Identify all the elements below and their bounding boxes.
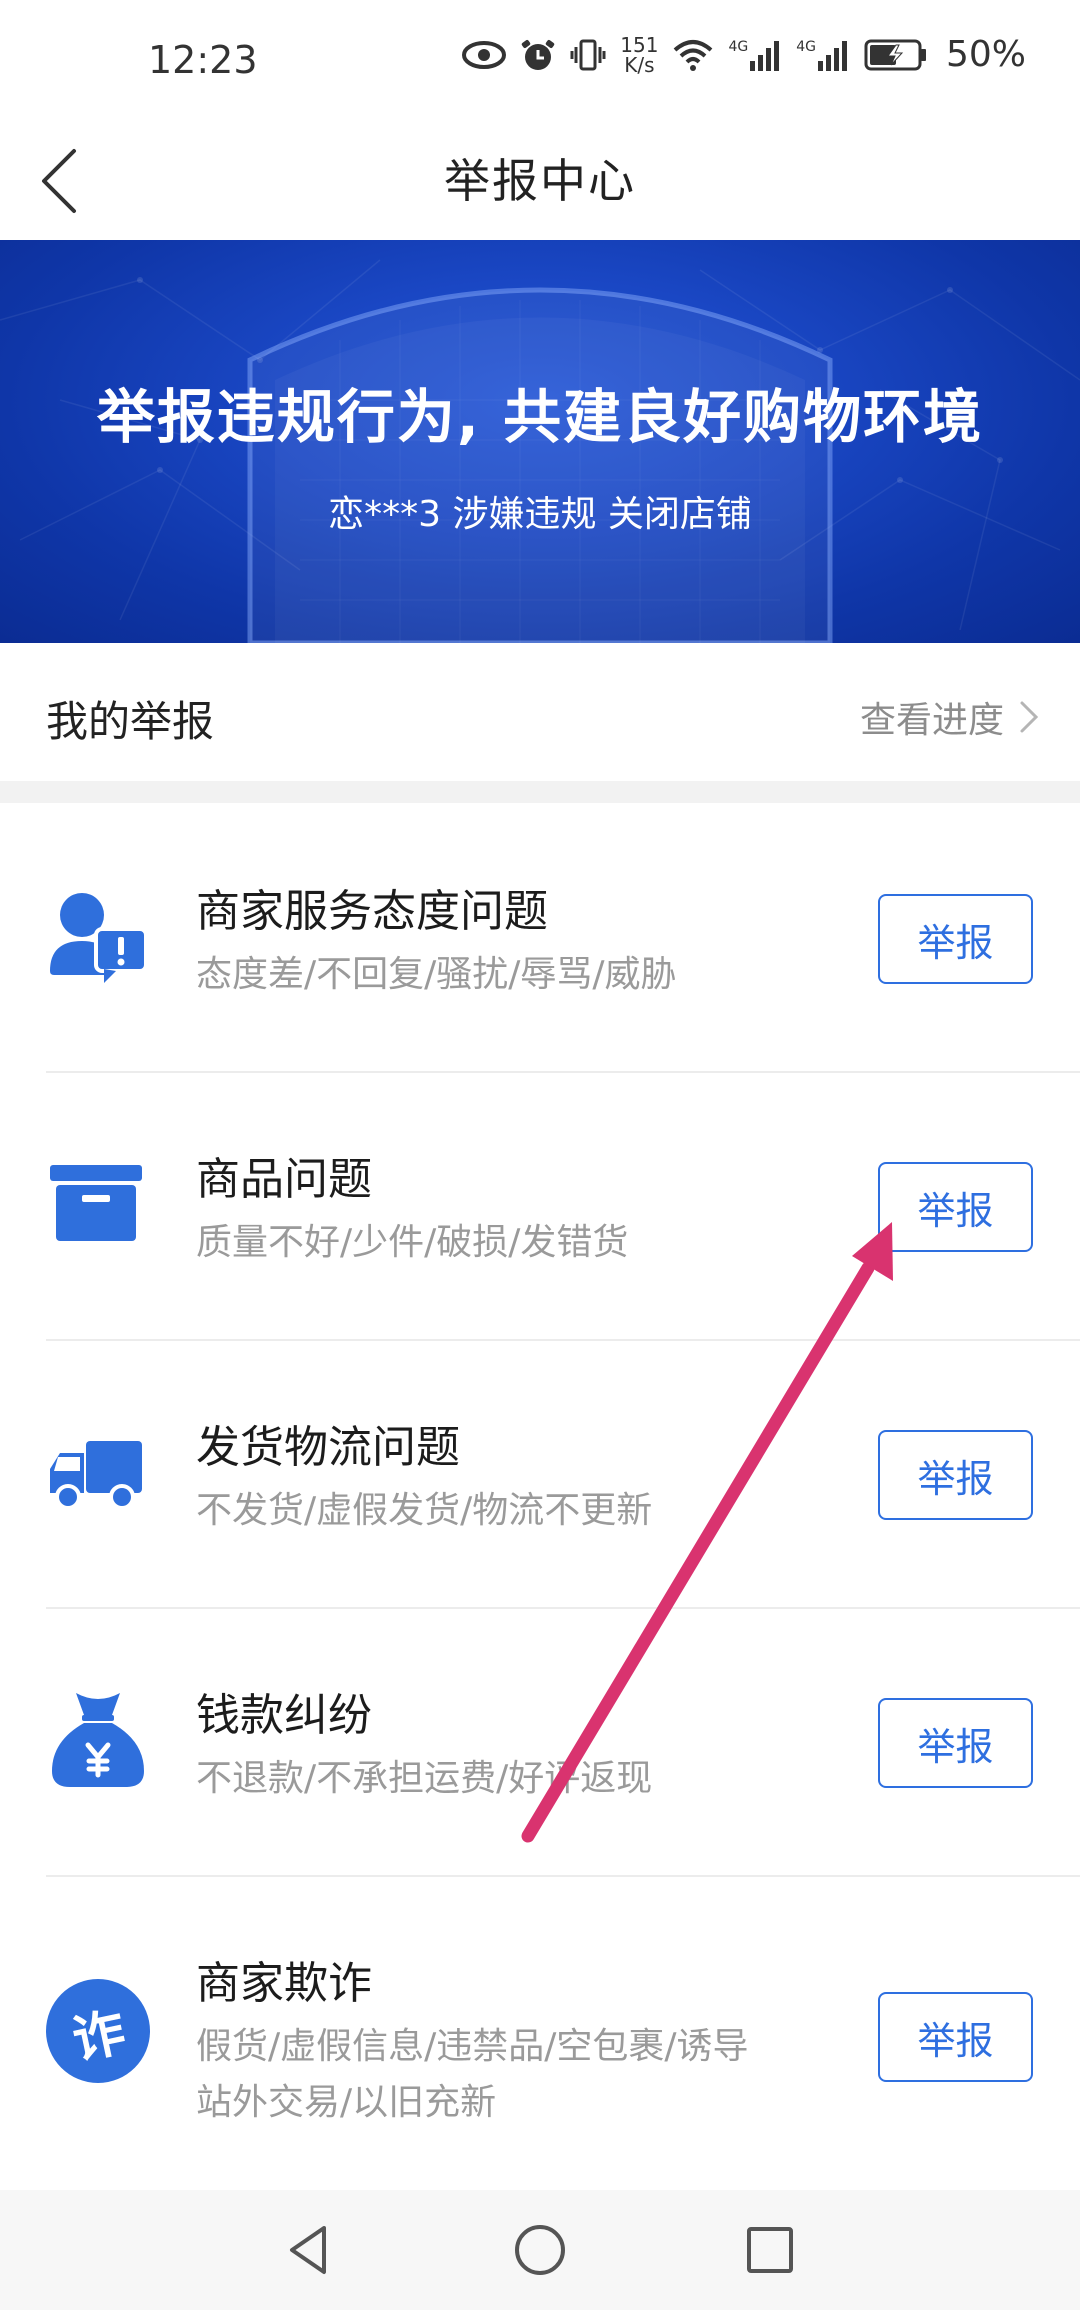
home-circle-icon[interactable] — [510, 2220, 570, 2280]
fraud-icon: 诈 — [46, 1979, 150, 2083]
category-title: 钱款纠纷 — [196, 1690, 372, 1741]
list-item-shipping-logistics: 发货物流问题 不发货/虚假发货/物流不更新 举报 — [0, 1341, 1080, 1607]
eye-icon — [462, 40, 507, 70]
category-desc: 不退款/不承担运费/好评返现 — [196, 1758, 653, 1799]
signal-icon: 4G — [796, 39, 850, 71]
report-button[interactable]: 举报 — [878, 1430, 1033, 1520]
title-bar: 举报中心 — [0, 125, 1080, 240]
category-desc-line-2: 站外交易/以旧充新 — [196, 2082, 497, 2123]
alarm-icon — [520, 37, 556, 73]
system-nav-bar — [0, 2190, 1080, 2310]
banner-title: 举报违规行为, 共建良好购物环境 — [96, 383, 984, 451]
category-desc: 质量不好/少件/破损/发错货 — [196, 1222, 629, 1263]
list-item-product-issue: 商品问题 质量不好/少件/破损/发错货 举报 — [0, 1073, 1080, 1339]
signal-icon: 4G — [728, 39, 782, 71]
list-item-payment-dispute: 钱款纠纷 不退款/不承担运费/好评返现 举报 — [0, 1609, 1080, 1875]
back-triangle-icon[interactable] — [280, 2220, 340, 2280]
status-bar: 12:23 151 K/s 4G 4G 50% — [0, 0, 1080, 125]
net-speed: 151 K/s — [620, 32, 659, 77]
banner: 举报违规行为, 共建良好购物环境 恋***3 涉嫌违规 关闭店铺 — [0, 240, 1080, 643]
status-time: 12:23 — [148, 38, 258, 82]
box-icon — [46, 1153, 150, 1257]
category-title: 发货物流问题 — [196, 1422, 460, 1473]
category-title: 商家欺诈 — [196, 1958, 372, 2009]
category-title: 商家服务态度问题 — [196, 886, 548, 937]
report-button[interactable]: 举报 — [878, 894, 1033, 984]
my-reports-row[interactable]: 我的举报 查看进度 — [0, 643, 1080, 781]
truck-icon — [46, 1421, 150, 1525]
section-gap — [0, 781, 1080, 803]
battery-charging-icon — [864, 39, 928, 71]
my-reports-label: 我的举报 — [46, 697, 215, 746]
recents-square-icon[interactable] — [740, 2220, 800, 2280]
category-title: 商品问题 — [196, 1154, 372, 1205]
page-title: 举报中心 — [444, 154, 636, 208]
category-desc: 不发货/虚假发货/物流不更新 — [196, 1490, 653, 1531]
list-item-service-attitude: 商家服务态度问题 态度差/不回复/骚扰/辱骂/威胁 举报 — [0, 803, 1080, 1071]
list-item-merchant-fraud: 诈 商家欺诈 假货/虚假信息/违禁品/空包裹/诱导 站外交易/以旧充新 举报 — [0, 1877, 1080, 2187]
view-progress-link[interactable]: 查看进度 — [860, 691, 1040, 743]
money-bag-icon — [46, 1689, 150, 1793]
wifi-icon — [672, 38, 714, 72]
status-icons: 151 K/s 4G 4G 50% — [462, 34, 1026, 75]
view-progress-text: 查看进度 — [859, 700, 1004, 741]
report-button[interactable]: 举报 — [878, 1992, 1033, 2082]
report-button[interactable]: 举报 — [878, 1698, 1033, 1788]
vibrate-icon — [570, 37, 606, 73]
user-alert-icon — [46, 885, 150, 989]
fraud-icon-char: 诈 — [67, 2001, 131, 2072]
banner-subtitle: 恋***3 涉嫌违规 关闭店铺 — [328, 494, 752, 535]
category-desc-line-1: 假货/虚假信息/违禁品/空包裹/诱导 — [196, 2026, 749, 2067]
category-desc: 态度差/不回复/骚扰/辱骂/威胁 — [196, 954, 677, 995]
report-button[interactable]: 举报 — [878, 1162, 1033, 1252]
battery-percent: 50% — [945, 34, 1026, 75]
chevron-right-icon — [1020, 701, 1039, 733]
